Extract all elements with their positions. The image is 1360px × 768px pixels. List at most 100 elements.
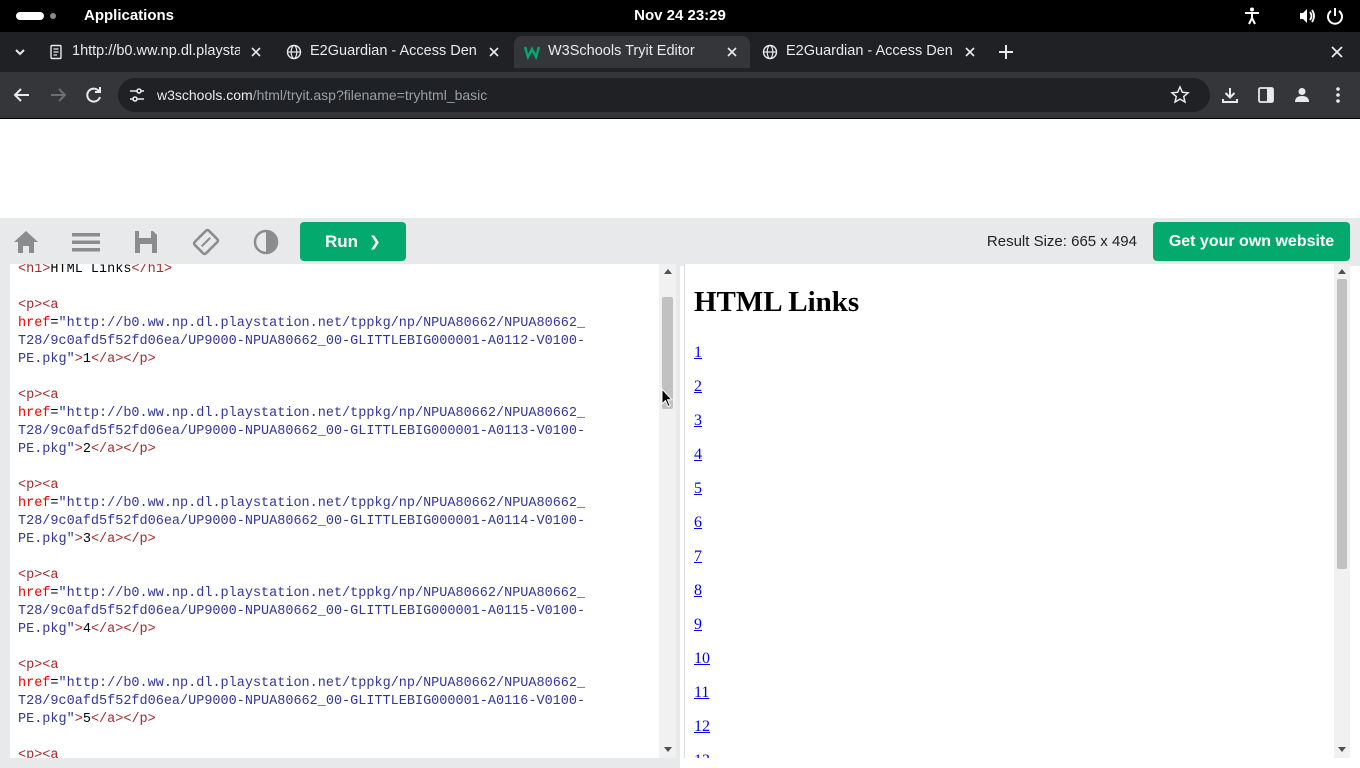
- workspace-dot[interactable]: [50, 13, 56, 19]
- profile-icon[interactable]: [1292, 85, 1312, 105]
- save-icon[interactable]: [131, 227, 161, 257]
- home-icon[interactable]: [11, 227, 41, 257]
- download-icon[interactable]: [1220, 85, 1240, 105]
- code-line: <p><a: [18, 388, 59, 403]
- tab-title: E2Guardian - Access Denied: [310, 43, 476, 59]
- result-link[interactable]: 4: [694, 446, 702, 464]
- result-link[interactable]: 12: [694, 718, 710, 736]
- code-line: href="http://b0.ww.np.dl.playstation.net…: [18, 676, 586, 691]
- run-arrow-icon: ❯: [369, 233, 381, 249]
- code-line: PE.pkg">4</a></p>: [18, 622, 156, 637]
- result-link[interactable]: 5: [694, 480, 702, 498]
- code-line: href="http://b0.ww.np.dl.playstation.net…: [18, 586, 586, 601]
- result-scroll-down-arrow-icon[interactable]: [1338, 747, 1346, 752]
- tab-title: W3Schools Tryit Editor: [548, 43, 695, 59]
- result-link[interactable]: 10: [694, 650, 710, 668]
- code-editor[interactable]: <h1>HTML Links</h1> <p><a href="http://b0.…: [10, 264, 676, 758]
- result-size-label: Result Size: 665 x 494: [986, 233, 1137, 250]
- reload-icon[interactable]: [84, 85, 104, 105]
- back-icon[interactable]: [12, 85, 32, 105]
- code-line: <p><a: [18, 568, 59, 583]
- result-scroll-thumb[interactable]: [1337, 279, 1347, 569]
- tab-4[interactable]: E2Guardian - Access Denied: [752, 36, 988, 68]
- system-top-bar: Applications Nov 24 23:29: [0, 0, 1360, 32]
- code-line: T28/9c0afd5f52fd06ea/UP9000-NPUA80662_00…: [18, 604, 586, 619]
- activities-indicator[interactable]: [16, 12, 44, 20]
- code-content[interactable]: <h1>HTML Links</h1> <p><a href="http://b0.…: [18, 264, 658, 758]
- code-line: T28/9c0afd5f52fd06ea/UP9000-NPUA80662_00…: [18, 424, 586, 439]
- code-line: PE.pkg">5</a></p>: [18, 712, 156, 727]
- code-line: href="http://b0.ww.np.dl.playstation.net…: [18, 496, 586, 511]
- close-tab-icon[interactable]: [724, 44, 740, 60]
- tab-3[interactable]: W3Schools Tryit Editor: [514, 36, 750, 68]
- tab-title: 1http://b0.ww.np.dl.playstation.net: [72, 43, 240, 59]
- globe-icon: [286, 44, 302, 60]
- rotate-layout-icon[interactable]: [191, 227, 221, 257]
- run-button[interactable]: Run ❯: [300, 222, 406, 261]
- globe-icon: [762, 44, 778, 60]
- new-tab-icon[interactable]: [996, 42, 1016, 62]
- bookmark-star-icon[interactable]: [1170, 85, 1190, 105]
- tab-1[interactable]: 1http://b0.ww.np.dl.playstation.net: [38, 36, 274, 68]
- code-line: href="http://b0.ww.np.dl.playstation.net…: [18, 406, 586, 421]
- close-tab-icon[interactable]: [248, 44, 264, 60]
- result-heading: HTML Links: [694, 286, 860, 318]
- w3schools-icon: [524, 46, 540, 60]
- result-link[interactable]: 3: [694, 412, 702, 430]
- power-icon[interactable]: [1325, 6, 1345, 26]
- result-link[interactable]: 8: [694, 582, 702, 600]
- ad-space: [0, 119, 1360, 218]
- code-line: PE.pkg">3</a></p>: [18, 532, 156, 547]
- url-path: /html/tryit.asp?filename=tryhtml_basic: [252, 87, 488, 103]
- code-line: <h1>HTML Links</h1>: [18, 264, 172, 277]
- forward-icon[interactable]: [48, 85, 68, 105]
- tab-2[interactable]: E2Guardian - Access Denied: [276, 36, 512, 68]
- result-link[interactable]: 11: [694, 684, 709, 702]
- hamburger-menu-icon[interactable]: [71, 227, 101, 257]
- result-link[interactable]: 13: [694, 752, 710, 758]
- scroll-down-arrow-icon[interactable]: [664, 747, 672, 752]
- scroll-up-arrow-icon[interactable]: [664, 269, 672, 274]
- result-link[interactable]: 7: [694, 548, 702, 566]
- result-scroll-up-arrow-icon[interactable]: [1338, 269, 1346, 274]
- get-own-website-button[interactable]: Get your own website: [1153, 222, 1350, 261]
- close-tab-icon[interactable]: [962, 44, 978, 60]
- code-line: href="http://b0.ww.np.dl.playstation.net…: [18, 316, 586, 331]
- code-line: <p><a: [18, 298, 59, 313]
- side-panel-icon[interactable]: [1256, 85, 1276, 105]
- result-link[interactable]: 1: [694, 344, 702, 362]
- tab-search-icon[interactable]: [12, 44, 28, 60]
- mouse-pointer-icon: [661, 388, 673, 408]
- volume-icon[interactable]: [1297, 6, 1317, 26]
- menu-kebab-icon[interactable]: [1328, 85, 1348, 105]
- result-link[interactable]: 6: [694, 514, 702, 532]
- code-line: <p><a: [18, 658, 59, 673]
- site-info-icon[interactable]: [128, 86, 146, 104]
- code-line: T28/9c0afd5f52fd06ea/UP9000-NPUA80662_00…: [18, 334, 586, 349]
- accessibility-icon[interactable]: [1242, 6, 1262, 26]
- clock[interactable]: Nov 24 23:29: [0, 7, 1360, 24]
- result-frame[interactable]: HTML Links 12345678910111213: [684, 264, 1350, 758]
- close-tab-icon[interactable]: [486, 44, 502, 60]
- code-line: <p><a: [18, 478, 59, 493]
- url-text[interactable]: w3schools.com/html/tryit.asp?filename=tr…: [157, 87, 487, 103]
- run-label: Run: [325, 232, 359, 251]
- code-line: T28/9c0afd5f52fd06ea/UP9000-NPUA80662_00…: [18, 514, 586, 529]
- code-line: PE.pkg">1</a></p>: [18, 352, 156, 367]
- theme-toggle-icon[interactable]: [251, 227, 281, 257]
- code-line: <p><a: [18, 748, 59, 758]
- close-window-icon[interactable]: [1329, 44, 1345, 60]
- code-line: T28/9c0afd5f52fd06ea/UP9000-NPUA80662_00…: [18, 694, 586, 709]
- page-icon: [50, 44, 62, 60]
- url-host: w3schools.com: [157, 87, 253, 103]
- code-line: PE.pkg">2</a></p>: [18, 442, 156, 457]
- result-link[interactable]: 2: [694, 378, 702, 396]
- result-link[interactable]: 9: [694, 616, 702, 634]
- applications-menu[interactable]: Applications: [84, 7, 174, 24]
